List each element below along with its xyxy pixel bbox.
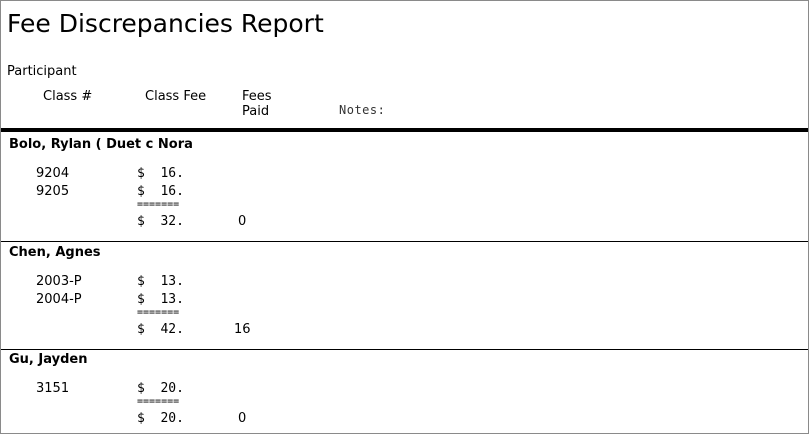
class-fee-header: Class Fee: [145, 89, 207, 104]
fees-paid-value: 0: [238, 214, 247, 229]
sum-separator: =======: [137, 199, 180, 210]
class-number: 2004-P: [36, 292, 82, 307]
class-number: 9205: [36, 184, 70, 199]
participant-header: Participant: [7, 64, 77, 79]
fee-total: $ 42.: [137, 322, 184, 337]
participant-name: Gu, Jayden: [9, 352, 88, 367]
class-fee: $ 16.: [137, 184, 184, 199]
class-number: 2003-P: [36, 274, 82, 289]
participant-name: Bolo, Rylan ( Duet c Nora: [9, 137, 193, 152]
report-page: Fee Discrepancies Report Participant Cla…: [0, 0, 809, 434]
class-number: 3151: [36, 381, 70, 396]
class-number: 9204: [36, 166, 70, 181]
fees-paid-value: 16: [234, 322, 251, 337]
notes-header: Notes:: [339, 103, 386, 117]
fees-paid-header-line1: Fees: [242, 89, 272, 104]
sum-separator: =======: [137, 307, 180, 318]
page-title: Fee Discrepancies Report: [7, 9, 324, 38]
participant-name: Chen, Agnes: [9, 245, 101, 260]
class-fee: $ 13.: [137, 274, 184, 289]
class-fee: $ 20.: [137, 381, 184, 396]
sum-separator: =======: [137, 396, 180, 407]
participant-divider: [1, 241, 808, 242]
class-fee: $ 16.: [137, 166, 184, 181]
class-fee: $ 13.: [137, 292, 184, 307]
header-divider-thin: [1, 131, 808, 132]
participant-divider: [1, 349, 808, 350]
fees-paid-value: 0: [238, 411, 247, 426]
fees-paid-header-line2: Paid: [242, 104, 270, 119]
fee-total: $ 32.: [137, 214, 184, 229]
class-number-header: Class #: [43, 89, 93, 104]
fee-total: $ 20.: [137, 411, 184, 426]
